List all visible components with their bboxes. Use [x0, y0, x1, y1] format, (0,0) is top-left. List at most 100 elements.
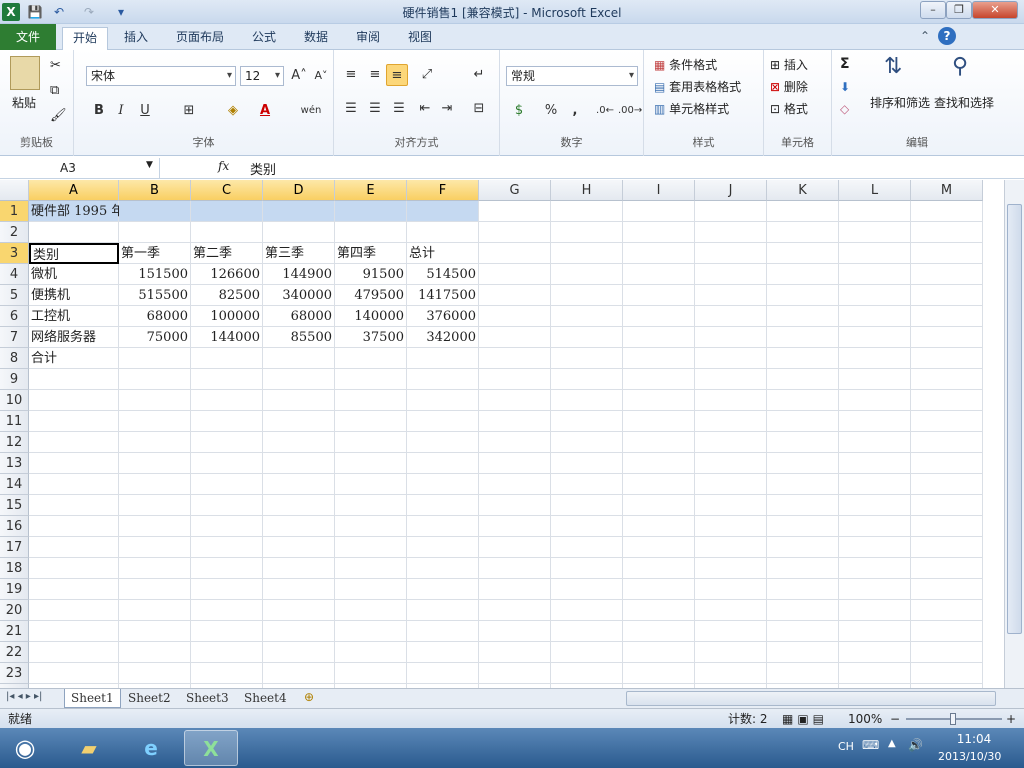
cell-j10[interactable]: [695, 390, 767, 411]
cell-e22[interactable]: [335, 642, 407, 663]
cell-b18[interactable]: [119, 558, 191, 579]
cell-a7[interactable]: 网络服务器: [29, 327, 119, 348]
cell-f11[interactable]: [407, 411, 479, 432]
cell-d17[interactable]: [263, 537, 335, 558]
row-header-16[interactable]: 16: [0, 516, 29, 537]
cell-a15[interactable]: [29, 495, 119, 516]
cell-g12[interactable]: [479, 432, 551, 453]
cell-d15[interactable]: [263, 495, 335, 516]
accounting-icon[interactable]: $: [508, 100, 530, 122]
bold-button[interactable]: B: [88, 100, 110, 122]
cell-c18[interactable]: [191, 558, 263, 579]
cell-b20[interactable]: [119, 600, 191, 621]
cell-k5[interactable]: [767, 285, 839, 306]
cell-j15[interactable]: [695, 495, 767, 516]
comma-button[interactable]: ,: [564, 100, 586, 122]
cell-i15[interactable]: [623, 495, 695, 516]
cell-a5[interactable]: 便携机: [29, 285, 119, 306]
tab-data[interactable]: 数据: [294, 27, 338, 50]
cell-b11[interactable]: [119, 411, 191, 432]
cell-i2[interactable]: [623, 222, 695, 243]
cell-k12[interactable]: [767, 432, 839, 453]
cell-c16[interactable]: [191, 516, 263, 537]
cell-h14[interactable]: [551, 474, 623, 495]
cell-e3[interactable]: 第四季: [335, 243, 407, 264]
cell-e6[interactable]: 140000: [335, 306, 407, 327]
align-left-icon[interactable]: ☰: [340, 98, 362, 120]
cell-d1[interactable]: [263, 201, 335, 222]
cell-l19[interactable]: [839, 579, 911, 600]
cell-i20[interactable]: [623, 600, 695, 621]
cell-b3[interactable]: 第一季: [119, 243, 191, 264]
increase-indent-icon[interactable]: ⇥: [436, 98, 458, 120]
cell-k17[interactable]: [767, 537, 839, 558]
paste-button[interactable]: 粘贴: [12, 94, 36, 111]
cell-j22[interactable]: [695, 642, 767, 663]
cell-j4[interactable]: [695, 264, 767, 285]
keyboard-icon[interactable]: ⌨: [862, 738, 879, 752]
cell-m9[interactable]: [911, 369, 983, 390]
cell-k7[interactable]: [767, 327, 839, 348]
cell-d20[interactable]: [263, 600, 335, 621]
cell-i8[interactable]: [623, 348, 695, 369]
cell-a12[interactable]: [29, 432, 119, 453]
cell-j8[interactable]: [695, 348, 767, 369]
cell-h22[interactable]: [551, 642, 623, 663]
row-header-12[interactable]: 12: [0, 432, 29, 453]
column-header-i[interactable]: I: [623, 180, 695, 201]
cell-a21[interactable]: [29, 621, 119, 642]
cell-l10[interactable]: [839, 390, 911, 411]
cell-e8[interactable]: [335, 348, 407, 369]
cell-f5[interactable]: 1417500: [407, 285, 479, 306]
cell-i13[interactable]: [623, 453, 695, 474]
name-box[interactable]: A3: [0, 158, 160, 178]
cell-j20[interactable]: [695, 600, 767, 621]
cell-l16[interactable]: [839, 516, 911, 537]
cell-j2[interactable]: [695, 222, 767, 243]
cell-f1[interactable]: [407, 201, 479, 222]
insert-cells-button[interactable]: ⊞ 插入: [770, 56, 808, 73]
cell-g16[interactable]: [479, 516, 551, 537]
cell-m17[interactable]: [911, 537, 983, 558]
cell-h11[interactable]: [551, 411, 623, 432]
ie-icon[interactable]: e: [124, 730, 178, 766]
cell-i12[interactable]: [623, 432, 695, 453]
cell-l22[interactable]: [839, 642, 911, 663]
cell-d4[interactable]: 144900: [263, 264, 335, 285]
cell-j7[interactable]: [695, 327, 767, 348]
cell-e7[interactable]: 37500: [335, 327, 407, 348]
cell-d2[interactable]: [263, 222, 335, 243]
column-header-f[interactable]: F: [407, 180, 479, 201]
excel-taskbar-icon[interactable]: X: [184, 730, 238, 766]
cell-l20[interactable]: [839, 600, 911, 621]
column-header-e[interactable]: E: [335, 180, 407, 201]
cell-l11[interactable]: [839, 411, 911, 432]
italic-button[interactable]: I: [110, 100, 132, 122]
cell-h6[interactable]: [551, 306, 623, 327]
cell-f18[interactable]: [407, 558, 479, 579]
row-header-7[interactable]: 7: [0, 327, 29, 348]
cell-a23[interactable]: [29, 663, 119, 684]
clear-icon[interactable]: ◇: [840, 102, 849, 116]
cell-f10[interactable]: [407, 390, 479, 411]
underline-button[interactable]: U: [134, 100, 156, 122]
cell-k20[interactable]: [767, 600, 839, 621]
cell-b22[interactable]: [119, 642, 191, 663]
cell-c3[interactable]: 第二季: [191, 243, 263, 264]
cell-e9[interactable]: [335, 369, 407, 390]
grow-font-icon[interactable]: A˄: [288, 65, 310, 87]
cell-a6[interactable]: 工控机: [29, 306, 119, 327]
cell-i19[interactable]: [623, 579, 695, 600]
cell-g5[interactable]: [479, 285, 551, 306]
cell-l2[interactable]: [839, 222, 911, 243]
row-header-17[interactable]: 17: [0, 537, 29, 558]
help-icon[interactable]: ?: [938, 27, 956, 45]
cell-f13[interactable]: [407, 453, 479, 474]
cell-c14[interactable]: [191, 474, 263, 495]
cell-i3[interactable]: [623, 243, 695, 264]
cell-g19[interactable]: [479, 579, 551, 600]
cell-b12[interactable]: [119, 432, 191, 453]
border-icon[interactable]: ⊞: [178, 100, 200, 122]
explorer-icon[interactable]: ▰: [62, 730, 116, 766]
cell-e18[interactable]: [335, 558, 407, 579]
